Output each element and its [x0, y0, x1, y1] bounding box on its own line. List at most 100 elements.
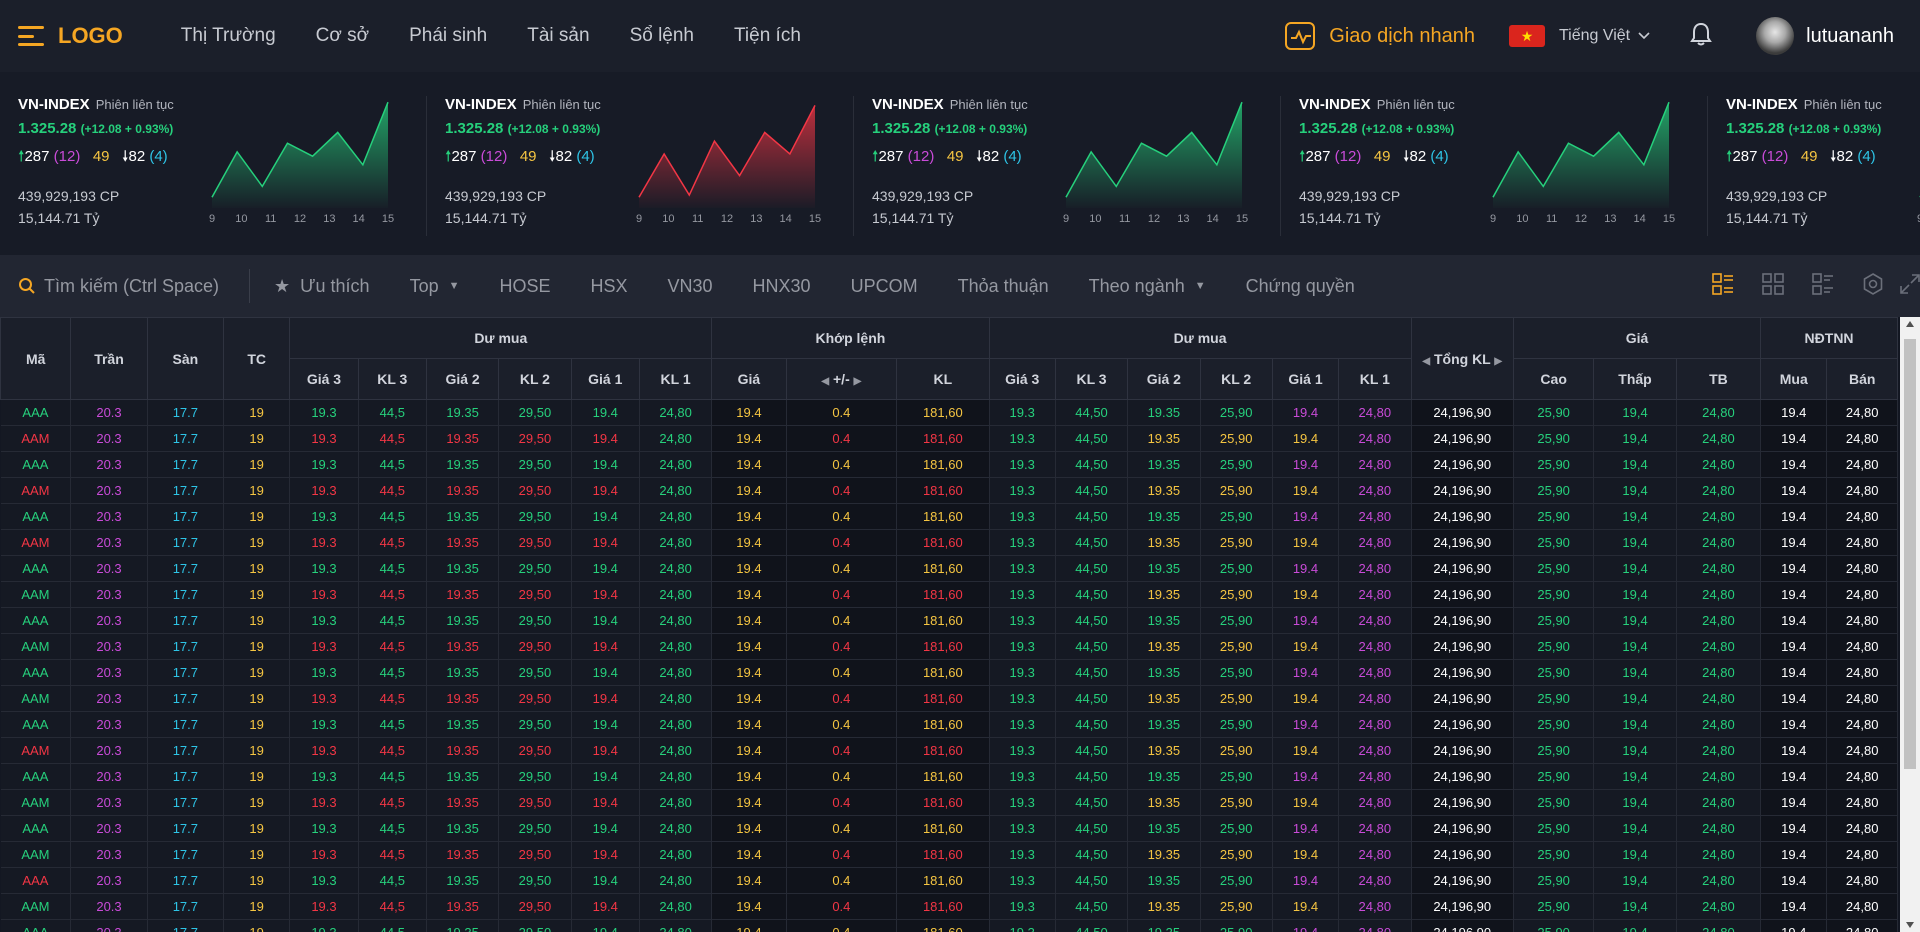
favorite-tab[interactable]: ★ Ưu thích — [274, 276, 370, 297]
search-input[interactable] — [44, 275, 244, 297]
col-tong-kl[interactable]: ◀ Tổng KL ▶ — [1410, 317, 1514, 400]
table-row[interactable]: AAA20.317.71919.344,519.3529,5019.424,80… — [0, 555, 1898, 582]
table-row[interactable]: AAA20.317.71919.344,519.3529,5019.424,80… — [0, 607, 1898, 634]
cell-ma[interactable]: AAA — [0, 711, 72, 738]
table-row[interactable]: AAM 20.3 17.7 19 19.3 44,5 19.35 29,50 19.4 24,80… — [0, 581, 1898, 608]
subcol-5[interactable]: KL 1 — [638, 358, 713, 400]
table-row[interactable]: AAM 20.3 17.7 19 19.3 44,5 19.35 29,50 19.4 24,80… — [0, 425, 1898, 452]
subcol-4[interactable]: Giá 1 — [570, 358, 640, 400]
subcol-7[interactable]: ◀ +/- ▶ — [785, 358, 898, 400]
cell-ma[interactable]: AAM — [0, 789, 72, 816]
scroll-up-icon[interactable] — [1906, 321, 1914, 327]
subcol-10[interactable]: KL 3 — [1054, 358, 1129, 400]
subcol-3[interactable]: KL 2 — [498, 358, 572, 400]
col-tc[interactable]: TC — [223, 317, 291, 400]
cell-ma[interactable]: AAA — [0, 451, 72, 478]
cell-ma[interactable]: AAA — [0, 399, 72, 426]
subcol-6[interactable]: Giá — [711, 358, 787, 400]
subcol-2[interactable]: Giá 2 — [425, 358, 500, 400]
cell-ma[interactable]: AAM — [0, 685, 72, 712]
expand-icon[interactable] — [1900, 273, 1920, 299]
subcol-9[interactable]: Giá 3 — [988, 358, 1056, 400]
cell-ma[interactable]: AAA — [0, 607, 72, 634]
scroll-down-icon[interactable] — [1906, 922, 1914, 928]
tab-hnx30[interactable]: HNX30 — [753, 276, 811, 297]
table-row[interactable]: AAM 20.3 17.7 19 19.3 44,5 19.35 29,50 19.4 24,80… — [0, 529, 1898, 556]
nav-phai-sinh[interactable]: Phái sinh — [409, 25, 487, 47]
cell-ma[interactable]: AAA — [0, 503, 72, 530]
tab-thoa-thuan[interactable]: Thỏa thuận — [958, 276, 1049, 297]
cell-ma[interactable]: AAA — [0, 555, 72, 582]
layout-list-icon[interactable] — [1712, 272, 1734, 300]
tab-hsx[interactable]: HSX — [591, 276, 628, 297]
table-row[interactable]: AAA20.317.71919.344,519.3529,5019.424,80… — [0, 815, 1898, 842]
nav-tien-ich[interactable]: Tiện ích — [734, 25, 801, 47]
subcol-19[interactable]: Bán — [1826, 358, 1898, 400]
language-select[interactable]: Tiếng Việt — [1559, 27, 1630, 45]
subcol-17[interactable]: TB — [1675, 358, 1762, 400]
tab-hose[interactable]: HOSE — [499, 276, 550, 297]
cell-ma[interactable]: AAM — [0, 477, 72, 504]
layout-detail-icon[interactable] — [1812, 272, 1834, 300]
subcol-16[interactable]: Thấp — [1593, 358, 1677, 400]
col-san[interactable]: Sàn — [146, 317, 225, 400]
cell-ma[interactable]: AAM — [0, 841, 72, 868]
nav-co-so[interactable]: Cơ sở — [316, 25, 369, 47]
table-row[interactable]: AAM 20.3 17.7 19 19.3 44,5 19.35 29,50 19.4 24,80… — [0, 841, 1898, 868]
username[interactable]: lutuananh — [1806, 25, 1894, 48]
subcol-0[interactable]: Giá 3 — [289, 358, 359, 400]
subcol-11[interactable]: Giá 2 — [1127, 358, 1201, 400]
cell-ma[interactable]: AAA — [0, 763, 72, 790]
cell-ma[interactable]: AAM — [0, 581, 72, 608]
table-row[interactable]: AAA20.317.71919.344,519.3529,5019.424,80… — [0, 451, 1898, 478]
cell-ma[interactable]: AAA — [0, 919, 72, 932]
subcol-12[interactable]: KL 2 — [1199, 358, 1273, 400]
menu-icon[interactable] — [18, 26, 44, 46]
bell-icon[interactable] — [1690, 22, 1712, 51]
vietnam-flag-icon[interactable]: ★ — [1508, 25, 1545, 47]
index-card[interactable]: VN-INDEX Phiên liên tục 1.325.28 (+12.08 +… — [427, 96, 854, 236]
col-ma[interactable]: Mã — [0, 317, 72, 400]
table-row[interactable]: AAA20.317.71919.344,519.3529,5019.424,80… — [0, 919, 1898, 932]
table-row[interactable]: AAM 20.3 17.7 19 19.3 44,5 19.35 29,50 19.4 24,80… — [0, 789, 1898, 816]
scrollbar[interactable] — [1900, 317, 1920, 932]
subcol-18[interactable]: Mua — [1760, 358, 1828, 400]
tab-chung-quyen[interactable]: Chứng quyền — [1246, 276, 1355, 297]
cell-ma[interactable]: AAM — [0, 425, 72, 452]
table-row[interactable]: AAA20.317.71919.344,519.3529,5019.424,80… — [0, 711, 1898, 738]
table-row[interactable]: AAA20.317.71919.344,519.3529,5019.424,80… — [0, 867, 1898, 894]
col-tran[interactable]: Trần — [70, 317, 148, 400]
index-card[interactable]: VN-INDEX Phiên liên tục 1.325.28 (+12.08 +… — [1281, 96, 1708, 236]
subcol-13[interactable]: Giá 1 — [1271, 358, 1340, 400]
table-row[interactable]: AAA20.317.71919.344,519.3529,5019.424,80… — [0, 399, 1898, 426]
subcol-15[interactable]: Cao — [1512, 358, 1595, 400]
grid-icon[interactable] — [1762, 272, 1784, 300]
subcol-8[interactable]: KL — [896, 358, 990, 400]
cell-ma[interactable]: AAM — [0, 737, 72, 764]
table-row[interactable]: AAM 20.3 17.7 19 19.3 44,5 19.35 29,50 19.4 24,80… — [0, 737, 1898, 764]
table-row[interactable]: AAM 20.3 17.7 19 19.3 44,5 19.35 29,50 19.4 24,80… — [0, 893, 1898, 920]
nav-so-lenh[interactable]: Sổ lệnh — [630, 25, 694, 47]
cell-ma[interactable]: AAA — [0, 815, 72, 842]
table-row[interactable]: AAA20.317.71919.344,519.3529,5019.424,80… — [0, 659, 1898, 686]
logo[interactable]: LOGO — [58, 23, 123, 49]
index-card[interactable]: VN-INDEX Phiên liên tục 1.325.28 (+12.08 +… — [854, 96, 1281, 236]
tab-upcom[interactable]: UPCOM — [851, 276, 918, 297]
quick-trade-button[interactable]: Giao dịch nhanh — [1329, 25, 1475, 48]
industry-dropdown[interactable]: Theo ngành ▼ — [1089, 276, 1206, 297]
table-row[interactable]: AAA20.317.71919.344,519.3529,5019.424,80… — [0, 503, 1898, 530]
cell-ma[interactable]: AAM — [0, 893, 72, 920]
tab-vn30[interactable]: VN30 — [668, 276, 713, 297]
chevron-down-icon[interactable] — [1638, 29, 1650, 43]
table-row[interactable]: AAM 20.3 17.7 19 19.3 44,5 19.35 29,50 19.4 24,80… — [0, 477, 1898, 504]
cell-ma[interactable]: AAM — [0, 633, 72, 660]
table-row[interactable]: AAM 20.3 17.7 19 19.3 44,5 19.35 29,50 19.4 24,80… — [0, 685, 1898, 712]
index-card[interactable]: VN-INDEX Phiên liên tục 1.325.28 (+12.08 +… — [0, 96, 427, 236]
subcol-14[interactable]: KL 1 — [1338, 358, 1412, 400]
nav-thi-truong[interactable]: Thị Trường — [181, 25, 276, 47]
avatar[interactable] — [1756, 17, 1795, 55]
subcol-1[interactable]: KL 3 — [357, 358, 427, 400]
nav-tai-san[interactable]: Tài sản — [527, 25, 589, 47]
pulse-icon[interactable] — [1285, 22, 1316, 50]
index-card[interactable]: VN-INDEX Phiên liên tục 1.325.28 (+12.08 +… — [1708, 96, 1920, 236]
